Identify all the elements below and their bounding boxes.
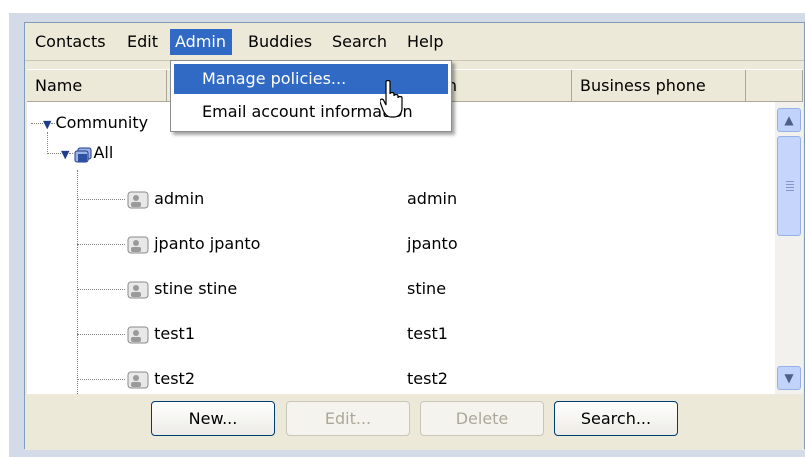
button-bar: New... Edit... Delete Search...	[25, 394, 804, 450]
tree-connector	[77, 379, 125, 380]
new-button[interactable]: New...	[151, 401, 275, 436]
contact-screen-name: jpanto	[407, 234, 458, 253]
contact-name: jpanto jpanto	[154, 234, 261, 253]
tree-node-community[interactable]: ▼ Community	[43, 108, 148, 138]
menu-admin[interactable]: Admin	[170, 29, 232, 55]
menu-help[interactable]: Help	[402, 29, 448, 55]
expand-arrow-icon[interactable]: ▼	[43, 118, 51, 131]
contact-screen-name: test1	[407, 324, 448, 343]
tree-label-community: Community	[55, 113, 149, 132]
person-icon	[127, 235, 149, 255]
scroll-down-icon[interactable]: ▼	[777, 366, 801, 390]
mouse-pointer-icon	[379, 79, 404, 120]
tree-connector	[77, 289, 125, 290]
menu-item-manage-policies[interactable]: Manage policies...	[174, 64, 448, 94]
contact-row[interactable]: test1	[127, 319, 195, 349]
contact-name: admin	[154, 189, 205, 208]
column-business-phone[interactable]: Business phone	[572, 70, 746, 101]
tree-node-all[interactable]: ▼ All	[61, 138, 113, 168]
delete-button[interactable]: Delete	[420, 401, 544, 436]
contact-name: stine stine	[154, 279, 238, 298]
tree-connector	[47, 153, 61, 154]
grip-line	[786, 181, 794, 182]
contact-screen-name: test2	[407, 369, 448, 388]
scroll-thumb[interactable]	[777, 136, 801, 236]
admin-dropdown-menu: Manage policies... Email account informa…	[170, 60, 452, 132]
contact-row[interactable]: jpanto jpanto	[127, 229, 260, 259]
contact-name: test2	[154, 369, 195, 388]
menu-contacts[interactable]: Contacts	[30, 29, 111, 55]
group-icon	[73, 145, 93, 163]
person-icon	[127, 190, 149, 210]
tree-connector	[77, 244, 125, 245]
contact-row[interactable]: test2	[127, 364, 195, 394]
menu-bar: Contacts Edit Admin Buddies Search Help	[25, 23, 804, 61]
contact-screen-name: admin	[407, 189, 458, 208]
contact-row[interactable]: admin	[127, 184, 204, 214]
tree-connector	[77, 334, 125, 335]
contact-tree: ▼ Community ▼ All admin admin jpanto jpan…	[27, 102, 775, 394]
grip-line	[786, 187, 794, 188]
column-name[interactable]: Name	[27, 70, 167, 101]
grip-line	[786, 184, 794, 185]
contact-row[interactable]: stine stine	[127, 274, 237, 304]
person-icon	[127, 370, 149, 390]
column-extra[interactable]	[746, 70, 803, 101]
tree-connector	[31, 123, 43, 124]
contact-name: test1	[154, 324, 195, 343]
expand-arrow-icon[interactable]: ▼	[61, 148, 69, 161]
tree-label-all: All	[93, 143, 114, 162]
grip-line	[786, 190, 794, 191]
person-icon	[127, 280, 149, 300]
contact-screen-name: stine	[407, 279, 447, 298]
menu-buddies[interactable]: Buddies	[243, 29, 317, 55]
tree-connector	[77, 199, 125, 200]
menu-search[interactable]: Search	[327, 29, 392, 55]
scroll-up-icon[interactable]: ▲	[777, 108, 801, 132]
menu-item-email-account-information[interactable]: Email account information	[174, 97, 448, 127]
menu-edit[interactable]: Edit	[122, 29, 163, 55]
tree-connector	[77, 170, 78, 394]
tree-connector	[47, 132, 48, 154]
search-button[interactable]: Search...	[554, 401, 678, 436]
vertical-scrollbar[interactable]: ▲ ▼	[775, 102, 803, 394]
edit-button[interactable]: Edit...	[286, 401, 410, 436]
person-icon	[127, 325, 149, 345]
